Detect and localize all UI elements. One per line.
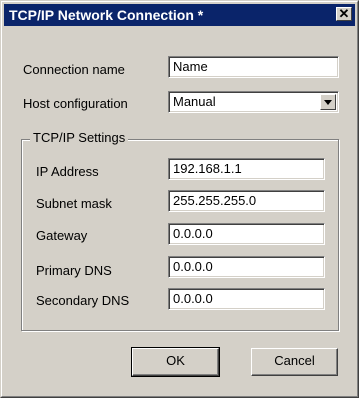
- primary-dns-value: 0.0.0.0: [173, 259, 213, 274]
- dialog-window: TCP/IP Network Connection * ✕ Connection…: [0, 0, 359, 398]
- gateway-input[interactable]: 0.0.0.0: [168, 223, 325, 245]
- cancel-button[interactable]: Cancel: [251, 348, 338, 376]
- ip-address-label: IP Address: [36, 164, 99, 179]
- subnet-mask-label: Subnet mask: [36, 196, 112, 211]
- primary-dns-input[interactable]: 0.0.0.0: [168, 256, 325, 278]
- ok-button[interactable]: OK: [131, 347, 220, 377]
- connection-name-input[interactable]: Name: [168, 56, 339, 78]
- primary-dns-label: Primary DNS: [36, 263, 112, 278]
- gateway-value: 0.0.0.0: [173, 226, 213, 241]
- ip-address-value: 192.168.1.1: [173, 161, 242, 176]
- title-bar[interactable]: TCP/IP Network Connection * ✕: [4, 4, 355, 26]
- ip-address-input[interactable]: 192.168.1.1: [168, 158, 325, 180]
- close-icon: ✕: [338, 6, 350, 21]
- subnet-mask-input[interactable]: 255.255.255.0: [168, 190, 325, 212]
- secondary-dns-value: 0.0.0.0: [173, 291, 213, 306]
- connection-name-value: Name: [173, 59, 208, 74]
- tcpip-settings-legend: TCP/IP Settings: [30, 130, 129, 146]
- close-button[interactable]: ✕: [336, 6, 352, 21]
- chevron-down-icon: [324, 100, 332, 105]
- connection-name-label: Connection name: [23, 62, 125, 77]
- gateway-label: Gateway: [36, 228, 88, 243]
- secondary-dns-input[interactable]: 0.0.0.0: [168, 288, 325, 310]
- subnet-mask-value: 255.255.255.0: [173, 193, 257, 208]
- host-configuration-select[interactable]: Manual: [168, 91, 339, 113]
- host-configuration-label: Host configuration: [23, 96, 128, 111]
- window-title: TCP/IP Network Connection *: [9, 7, 204, 23]
- host-configuration-value: Manual: [173, 94, 216, 109]
- dropdown-button[interactable]: [320, 94, 336, 110]
- secondary-dns-label: Secondary DNS: [36, 293, 130, 308]
